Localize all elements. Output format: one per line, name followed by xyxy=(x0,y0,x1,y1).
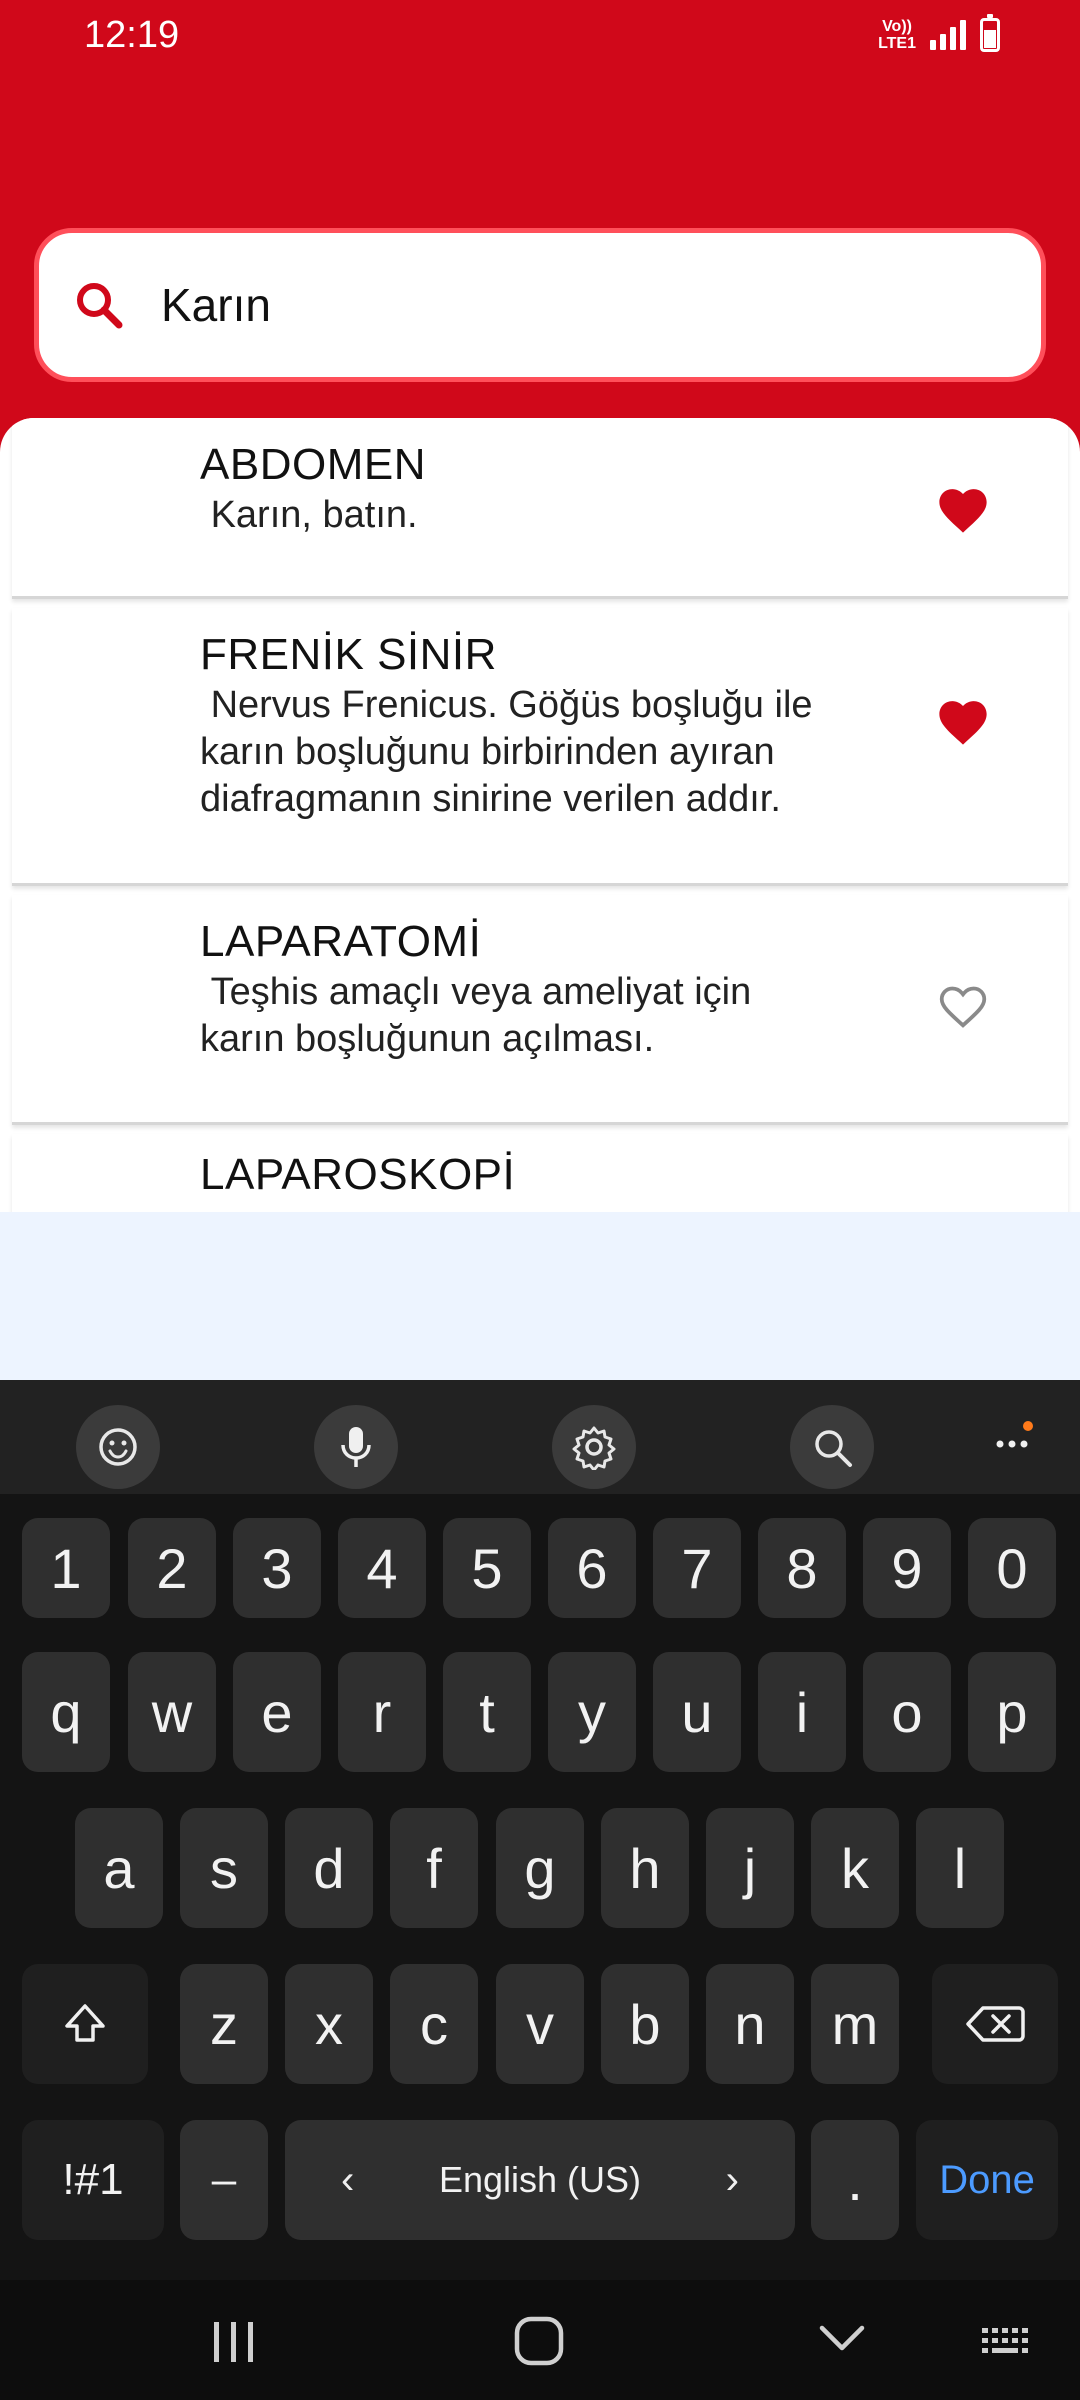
key-0[interactable]: 0 xyxy=(968,1518,1056,1618)
space-language-label: English (US) xyxy=(438,2159,642,2200)
period-key[interactable]: . xyxy=(811,2120,899,2240)
key-y[interactable]: y xyxy=(548,1652,636,1772)
key-i[interactable]: i xyxy=(758,1652,846,1772)
key-x[interactable]: x xyxy=(285,1964,373,2084)
key-p[interactable]: p xyxy=(968,1652,1056,1772)
list-item[interactable]: LAPARATOMİ Teşhis amaçlı veya ameliyat i… xyxy=(12,895,1068,1125)
app-header: 12:19 Vo)) LTE1 Karın xyxy=(0,0,1080,470)
chevron-left-icon: ‹ xyxy=(341,2157,355,2202)
key-9[interactable]: 9 xyxy=(863,1518,951,1618)
key-j[interactable]: j xyxy=(706,1808,794,1928)
key-d[interactable]: d xyxy=(285,1808,373,1928)
key-v[interactable]: v xyxy=(496,1964,584,2084)
key-c[interactable]: c xyxy=(390,1964,478,2084)
item-description: Karın, batın. xyxy=(200,494,418,536)
item-title: LAPAROSKOPİ xyxy=(200,1150,516,1199)
list-item[interactable]: ABDOMEN Karın, batın. xyxy=(12,418,1068,599)
symbols-key[interactable]: !#1 xyxy=(22,2120,164,2240)
heart-filled-icon[interactable] xyxy=(934,482,992,534)
key-g[interactable]: g xyxy=(496,1808,584,1928)
key-b[interactable]: b xyxy=(601,1964,689,2084)
key-z[interactable]: z xyxy=(180,1964,268,2084)
backspace-key[interactable] xyxy=(932,1964,1058,2084)
battery-icon xyxy=(980,14,1000,52)
dash-key[interactable]: – xyxy=(180,2120,268,2240)
key-q[interactable]: q xyxy=(22,1652,110,1772)
search-icon[interactable] xyxy=(790,1405,874,1489)
search-icon xyxy=(77,283,123,329)
soft-keyboard: 1 2 3 4 5 6 7 8 9 0 q w e r t y u i o p … xyxy=(0,1380,1080,2280)
microphone-icon[interactable] xyxy=(314,1405,398,1489)
navigation-bar xyxy=(0,2280,1080,2400)
home-icon[interactable] xyxy=(512,2314,566,2368)
key-h[interactable]: h xyxy=(601,1808,689,1928)
backspace-icon xyxy=(966,2006,1025,2042)
key-7[interactable]: 7 xyxy=(653,1518,741,1618)
key-1[interactable]: 1 xyxy=(22,1518,110,1618)
key-s[interactable]: s xyxy=(180,1808,268,1928)
search-bar[interactable]: Karın xyxy=(34,228,1046,382)
key-3[interactable]: 3 xyxy=(233,1518,321,1618)
key-l[interactable]: l xyxy=(916,1808,1004,1928)
hide-keyboard-icon[interactable] xyxy=(818,2322,866,2354)
list-item[interactable]: LAPAROSKOPİ xyxy=(12,1134,1068,1212)
done-button[interactable]: Done xyxy=(916,2120,1058,2240)
key-t[interactable]: t xyxy=(443,1652,531,1772)
status-time: 12:19 xyxy=(84,14,180,56)
key-n[interactable]: n xyxy=(706,1964,794,2084)
item-title: FRENİK SİNİR xyxy=(200,630,497,679)
item-title: ABDOMEN xyxy=(200,440,426,489)
more-icon[interactable] xyxy=(994,1418,1034,1458)
shift-icon xyxy=(65,2004,105,2042)
key-e[interactable]: e xyxy=(233,1652,321,1772)
key-k[interactable]: k xyxy=(811,1808,899,1928)
item-title: LAPARATOMİ xyxy=(200,917,482,966)
volte-icon: Vo)) LTE1 xyxy=(878,18,916,52)
space-key[interactable]: ‹ English (US) › xyxy=(285,2120,795,2240)
key-f[interactable]: f xyxy=(390,1808,478,1928)
key-6[interactable]: 6 xyxy=(548,1518,636,1618)
status-icons: Vo)) LTE1 xyxy=(878,14,1000,52)
gear-icon[interactable] xyxy=(552,1405,636,1489)
item-description: Teşhis amaçlı veya ameliyat için karın b… xyxy=(200,971,752,1060)
keyboard-toolbar xyxy=(0,1380,1080,1494)
heart-outline-icon[interactable] xyxy=(934,979,992,1031)
heart-filled-icon[interactable] xyxy=(934,694,992,746)
list-bottom-area xyxy=(0,1212,1080,1380)
item-description: Nervus Frenicus. Göğüs boşluğu ile karın… xyxy=(200,684,813,820)
recent-apps-icon[interactable] xyxy=(210,2320,258,2364)
key-u[interactable]: u xyxy=(653,1652,741,1772)
keyboard-switch-icon[interactable] xyxy=(980,2326,1036,2356)
results-list[interactable]: ABDOMEN Karın, batın. FRENİK SİNİR Nervu… xyxy=(0,418,1080,1212)
key-o[interactable]: o xyxy=(863,1652,951,1772)
key-m[interactable]: m xyxy=(811,1964,899,2084)
search-input[interactable]: Karın xyxy=(161,278,271,332)
key-5[interactable]: 5 xyxy=(443,1518,531,1618)
list-item[interactable]: FRENİK SİNİR Nervus Frenicus. Göğüs boşl… xyxy=(12,608,1068,886)
key-w[interactable]: w xyxy=(128,1652,216,1772)
signal-icon xyxy=(930,20,966,50)
key-r[interactable]: r xyxy=(338,1652,426,1772)
key-a[interactable]: a xyxy=(75,1808,163,1928)
emoji-icon[interactable] xyxy=(76,1405,160,1489)
key-4[interactable]: 4 xyxy=(338,1518,426,1618)
shift-key[interactable] xyxy=(22,1964,148,2084)
key-8[interactable]: 8 xyxy=(758,1518,846,1618)
chevron-right-icon: › xyxy=(725,2157,739,2202)
key-2[interactable]: 2 xyxy=(128,1518,216,1618)
